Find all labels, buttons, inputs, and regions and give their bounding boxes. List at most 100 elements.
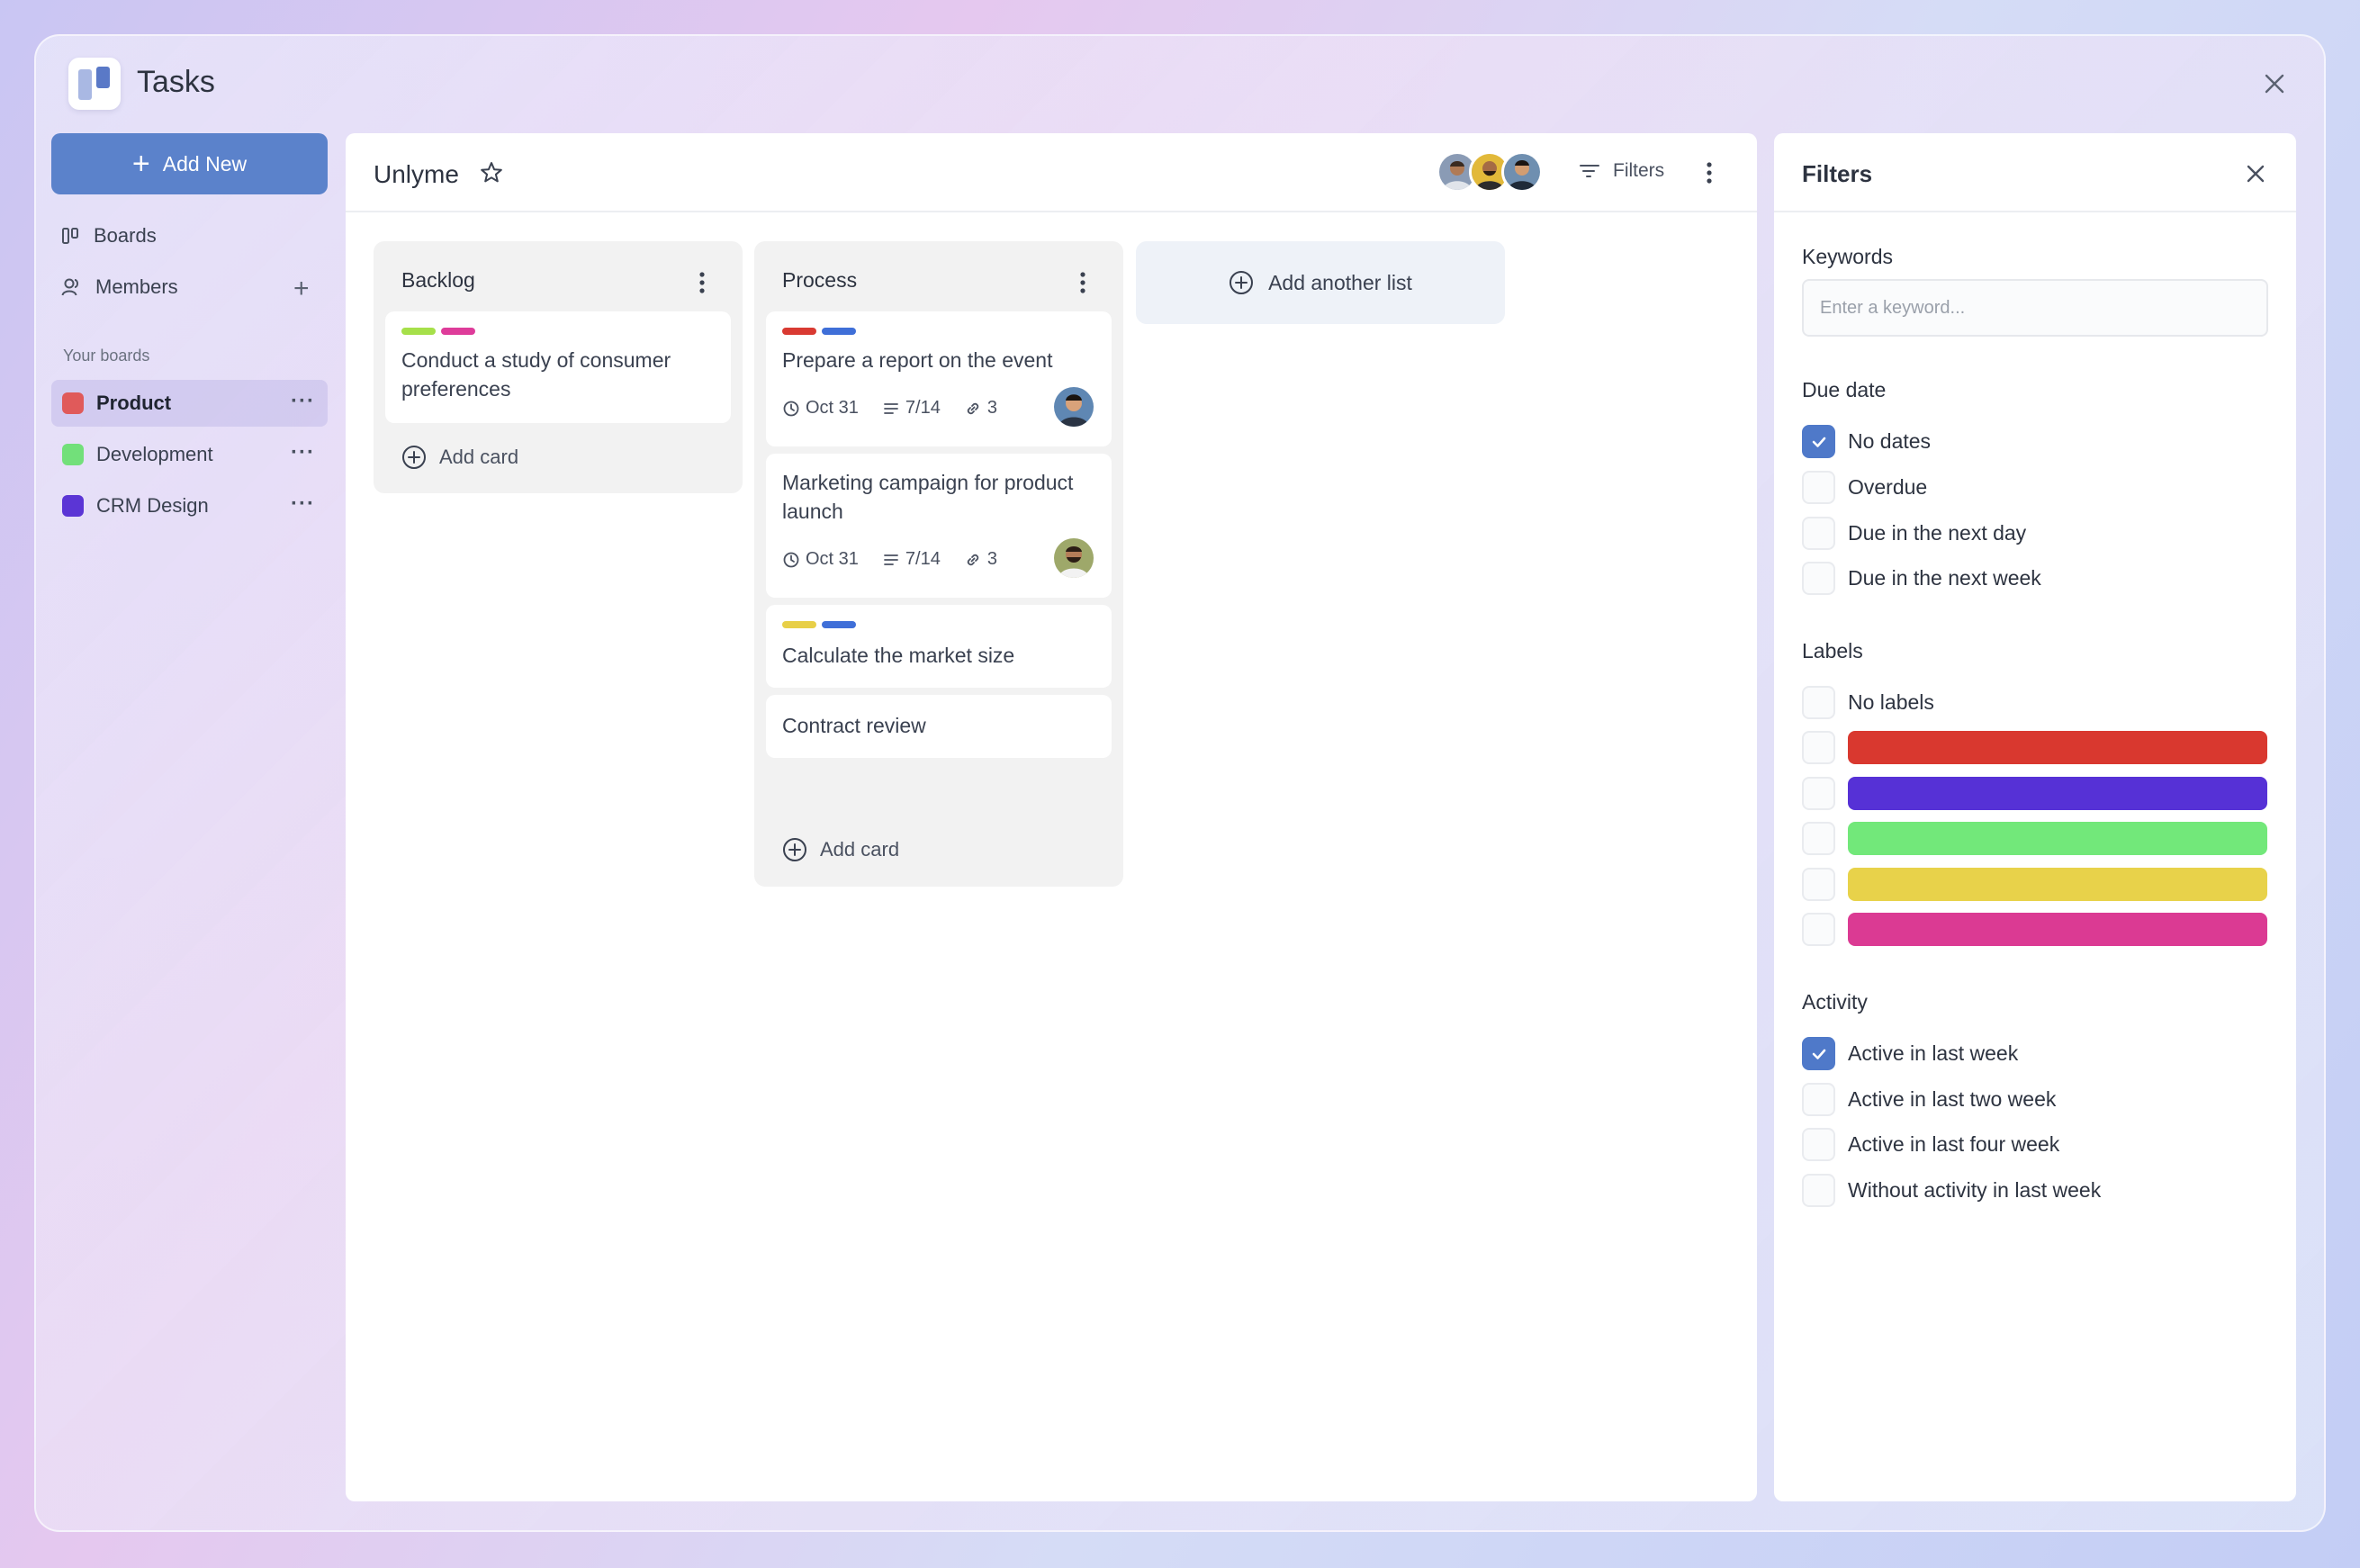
list-title: Backlog [401, 268, 475, 292]
due-date-text: Oct 31 [806, 398, 859, 418]
add-member-icon[interactable]: + [293, 274, 310, 304]
filter-without-activity[interactable]: Without activity in last week [1802, 1174, 2101, 1207]
more-icon[interactable]: ··· [291, 389, 315, 414]
checkbox[interactable] [1802, 1037, 1835, 1070]
filter-label-pink[interactable] [1802, 913, 2267, 946]
more-icon[interactable]: ··· [291, 440, 315, 465]
keyword-input[interactable] [1802, 279, 2268, 337]
checkbox[interactable] [1802, 471, 1835, 504]
add-new-button[interactable]: + Add New [51, 133, 328, 194]
option-label: Overdue [1848, 475, 1928, 499]
option-label: Active in last four week [1848, 1132, 2060, 1156]
add-new-label: Add New [162, 151, 248, 176]
card-labels [782, 328, 856, 335]
filter-no-dates[interactable]: No dates [1802, 425, 1931, 458]
attachments-count: 3 [986, 398, 997, 418]
label-pill [401, 328, 436, 335]
checkbox[interactable] [1802, 517, 1835, 550]
filter-next-day[interactable]: Due in the next day [1802, 517, 2026, 550]
filter-overdue[interactable]: Overdue [1802, 471, 1927, 504]
filter-active-two-week[interactable]: Active in last two week [1802, 1083, 2056, 1116]
card-title: Marketing campaign for product launch [782, 471, 1074, 523]
task-card[interactable]: Prepare a report on the event Oct 31 7/1… [766, 311, 1112, 446]
star-icon[interactable] [479, 160, 504, 185]
filter-label-red[interactable] [1802, 731, 2267, 764]
check-icon [1812, 437, 1825, 447]
window-close-icon[interactable] [2261, 70, 2288, 97]
board-name: Product [96, 392, 172, 414]
checkbox[interactable] [1802, 1083, 1835, 1116]
checkbox[interactable] [1802, 425, 1835, 458]
assignee-avatar[interactable] [1054, 387, 1094, 427]
add-card-label: Add card [820, 838, 900, 861]
add-card-button[interactable]: Add card [782, 837, 899, 862]
board-item-development[interactable]: Development ··· [51, 431, 328, 478]
add-list-button[interactable]: Add another list [1136, 241, 1505, 324]
filter-active-four-week[interactable]: Active in last four week [1802, 1128, 2059, 1161]
add-circle-icon [402, 446, 426, 469]
list-backlog: Backlog Conduct a study of consumer pref… [374, 241, 743, 493]
board-color-dot [62, 444, 84, 465]
card-title: Calculate the market size [782, 644, 1015, 667]
filter-label-purple[interactable] [1802, 777, 2267, 810]
board-name: Development [96, 443, 213, 465]
checkbox[interactable] [1802, 868, 1835, 901]
attachments: 3 [964, 398, 997, 419]
label-color-bar[interactable] [1848, 731, 2267, 764]
link-icon [967, 554, 979, 565]
labels-label: Labels [1802, 639, 1863, 662]
close-icon[interactable] [2244, 162, 2267, 185]
checkbox[interactable] [1802, 913, 1835, 946]
filter-active-last-week[interactable]: Active in last week [1802, 1037, 2018, 1070]
assignee-avatar[interactable] [1054, 538, 1094, 578]
checkbox[interactable] [1802, 731, 1835, 764]
filters-panel: Filters Keywords Due date No dates Overd… [1774, 133, 2296, 1501]
board-members[interactable] [1437, 151, 1543, 194]
board-name: CRM Design [96, 494, 209, 517]
board-item-crm-design[interactable]: CRM Design ··· [51, 482, 328, 529]
nav-boards[interactable]: Boards [61, 218, 157, 254]
task-card[interactable]: Conduct a study of consumer preferences [385, 311, 731, 423]
avatar[interactable] [1501, 151, 1543, 193]
list-icon [884, 554, 898, 565]
kebab-menu-icon[interactable] [1705, 160, 1714, 185]
option-label: Due in the next week [1848, 566, 2041, 590]
add-list-label: Add another list [1268, 270, 1412, 294]
filters-button[interactable]: Filters [1579, 160, 1664, 182]
add-circle-icon [783, 838, 806, 861]
add-card-button[interactable]: Add card [401, 445, 518, 470]
checklist: 7/14 [882, 549, 941, 570]
due-date: Oct 31 [782, 549, 859, 570]
nav-members[interactable]: Members [61, 269, 178, 305]
board-header: Unlyme Filters [346, 133, 1757, 212]
checkbox[interactable] [1802, 822, 1835, 855]
checkbox[interactable] [1802, 562, 1835, 595]
task-card[interactable]: Marketing campaign for product launch Oc… [766, 454, 1112, 598]
plus-icon: + [131, 147, 150, 181]
option-label: Without activity in last week [1848, 1178, 2102, 1202]
kebab-menu-icon[interactable] [1078, 270, 1087, 295]
label-color-bar[interactable] [1848, 913, 2267, 946]
task-card[interactable]: Contract review [766, 695, 1112, 758]
filter-label-green[interactable] [1802, 822, 2267, 855]
task-card[interactable]: Calculate the market size [766, 605, 1112, 688]
checkbox[interactable] [1802, 1174, 1835, 1207]
checkbox[interactable] [1802, 1128, 1835, 1161]
board-item-product[interactable]: Product ··· [51, 380, 328, 427]
label-pill [822, 621, 856, 628]
nav-boards-label: Boards [94, 224, 157, 247]
filter-label-yellow[interactable] [1802, 868, 2267, 901]
checkbox[interactable] [1802, 777, 1835, 810]
label-color-bar[interactable] [1848, 777, 2267, 810]
filters-title: Filters [1802, 160, 1873, 187]
option-label: Due in the next day [1848, 521, 2027, 545]
nav-members-label: Members [95, 275, 178, 298]
more-icon[interactable]: ··· [291, 491, 315, 517]
filter-next-week[interactable]: Due in the next week [1802, 562, 2041, 595]
label-color-bar[interactable] [1848, 822, 2267, 855]
label-color-bar[interactable] [1848, 868, 2267, 901]
boards-icon [62, 228, 78, 244]
kebab-menu-icon[interactable] [698, 270, 707, 295]
filter-no-labels[interactable]: No labels [1802, 686, 1934, 719]
checkbox[interactable] [1802, 686, 1835, 719]
